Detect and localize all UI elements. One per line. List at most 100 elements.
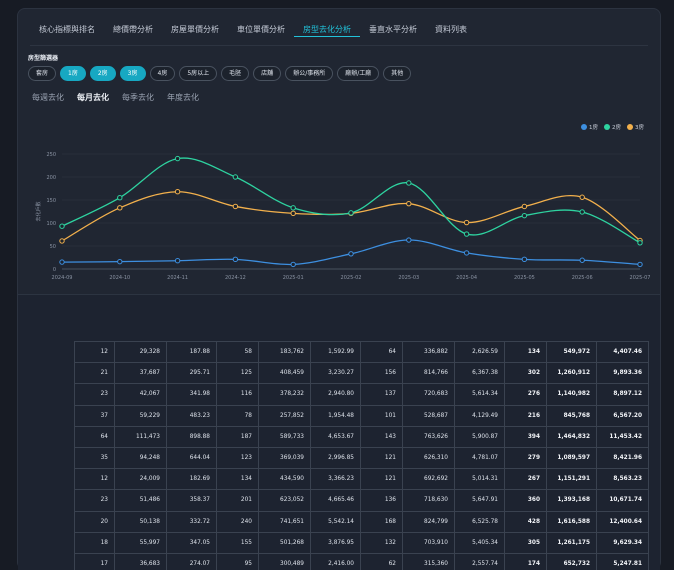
table-cell: 5,405.34: [454, 531, 505, 554]
table-row: 37 59,229 483.23 78 257,852 1,954.48 101 528,68…: [74, 404, 649, 427]
chip-other[interactable]: 其他: [383, 66, 412, 81]
legend-item-1-room[interactable]: 1房: [581, 123, 598, 131]
data-point-1-room: [463, 250, 470, 256]
table-cell: 156: [360, 362, 403, 385]
tab-vertical-horizontal[interactable]: 垂直水平分析: [360, 23, 426, 37]
tab-total-price-band[interactable]: 總價帶分析: [104, 23, 162, 37]
data-point-3-room: [290, 210, 296, 217]
table-cell: 12: [74, 340, 115, 364]
data-point-3-room: [521, 203, 528, 210]
table-cell: 42,067: [114, 383, 167, 406]
table-cell: 123: [216, 446, 259, 470]
legend-label-2-room: 2房: [612, 125, 621, 131]
table-cell: 703,910: [402, 531, 455, 554]
x-tick-label: 2024-09: [52, 275, 73, 281]
table-row: 64 111,473 898.88 187 589,733 4,653.67 143 763,…: [74, 425, 649, 448]
table-cell: 2,996.85: [310, 446, 361, 470]
table-cell: 4,407.46: [596, 340, 649, 364]
tab-data-list[interactable]: 資料列表: [426, 23, 476, 37]
table-cell: 64: [74, 425, 115, 448]
legend-item-2-room[interactable]: 2房: [604, 123, 621, 131]
table-cell: 132: [360, 531, 403, 554]
period-tabs: 每週去化 每月去化 每季去化 年度去化: [32, 92, 199, 103]
table-cell: 1,592.99: [310, 340, 361, 364]
table-cell: 58: [216, 340, 259, 364]
table-row: 35 94,248 644.04 123 369,039 2,996.85 121 626,3…: [74, 446, 649, 470]
table-cell: 589,733: [258, 425, 311, 448]
table-cell: 295.71: [166, 362, 217, 385]
chip-3-room[interactable]: 3房: [119, 66, 146, 81]
table-cell: 1,261,175: [546, 531, 597, 554]
chip-2-room[interactable]: 2房: [89, 66, 116, 81]
table-cell: 276: [504, 383, 547, 406]
table-cell: 12,400.64: [596, 510, 649, 533]
x-tick-label: 2024-10: [109, 275, 130, 281]
tab-room-type-absorption[interactable]: 房型去化分析: [294, 23, 360, 37]
table-cell: 1,151,291: [546, 468, 597, 491]
table-cell: 549,972: [546, 340, 597, 364]
table-cell: 9,629.34: [596, 531, 649, 554]
table-cell: 95: [216, 552, 259, 570]
table-cell: 8,563.23: [596, 468, 649, 491]
table-cell: 360: [504, 489, 547, 512]
table-cell: 824,799: [402, 510, 455, 533]
chip-studio[interactable]: 套房: [28, 66, 57, 81]
table-cell: 1,954.48: [310, 404, 361, 427]
table-cell: 125: [216, 362, 259, 385]
table-cell: 1,140,982: [546, 383, 597, 406]
data-point-1-room: [117, 258, 123, 265]
tab-parking-price[interactable]: 車位單價分析: [228, 23, 294, 37]
chip-factory[interactable]: 廠辦/工廠: [337, 66, 380, 81]
dashboard-panel: 核心指標與排名 總價帶分析 房屋單價分析 車位單價分析 房型去化分析 垂直水平分…: [17, 8, 661, 570]
chip-raw-unit[interactable]: 毛胚: [221, 66, 250, 81]
table-cell: 1,089,597: [546, 446, 597, 470]
tab-weekly[interactable]: 每週去化: [32, 92, 64, 103]
x-tick-label: 2025-03: [398, 275, 419, 281]
table-cell: 4,665.46: [310, 489, 361, 512]
data-table-section: 12 29,328 187.88 58 183,762 1,592.99 64 336,882…: [18, 294, 660, 570]
data-point-2-room: [232, 174, 239, 180]
table-row: 12 24,009 182.69 134 434,590 3,366.23 121 692,6…: [74, 468, 649, 491]
data-point-2-room: [521, 212, 528, 219]
table-cell: 37: [74, 404, 115, 427]
table-cell: 257,852: [258, 404, 311, 427]
data-point-1-room: [290, 261, 296, 268]
tab-unit-price[interactable]: 房屋單價分析: [162, 23, 228, 37]
table-cell: 240: [216, 510, 259, 533]
table-cell: 652,732: [546, 552, 597, 570]
legend-item-3-room[interactable]: 3房: [627, 123, 644, 131]
chip-5-plus-room[interactable]: 5房以上: [179, 66, 218, 81]
tab-quarterly[interactable]: 每季去化: [122, 92, 154, 103]
chip-shop[interactable]: 店舖: [253, 66, 282, 81]
tab-monthly[interactable]: 每月去化: [77, 92, 109, 103]
table-cell: 428: [504, 510, 547, 533]
table-cell: 347.05: [166, 531, 217, 554]
room-type-filter: 套房 1房 2房 3房 4房 5房以上 毛胚 店舖 辦公/事務所 廠辦/工廠 其…: [28, 66, 412, 81]
table-cell: 2,626.59: [454, 340, 505, 364]
chip-4-room[interactable]: 4房: [149, 66, 176, 81]
data-point-2-room: [637, 240, 643, 246]
table-cell: 64: [360, 340, 403, 364]
room-type-filter-title: 房型篩選器: [28, 55, 59, 62]
table-cell: 137: [360, 383, 403, 406]
table-cell: 35: [74, 446, 115, 470]
tab-yearly[interactable]: 年度去化: [167, 92, 199, 103]
chip-office[interactable]: 辦公/事務所: [285, 66, 334, 81]
data-point-2-room: [174, 155, 181, 162]
table-cell: 483.23: [166, 404, 217, 427]
data-point-3-room: [174, 189, 181, 195]
table-cell: 78: [216, 404, 259, 427]
data-point-1-room: [348, 251, 354, 257]
table-cell: 4,781.07: [454, 446, 505, 470]
table-cell: 2,557.74: [454, 552, 505, 570]
table-cell: 692,692: [402, 468, 455, 491]
table-cell: 168: [360, 510, 403, 533]
y-tick-label: 0: [53, 267, 56, 273]
x-tick-label: 2025-02: [341, 275, 362, 281]
table-cell: 9,893.36: [596, 362, 649, 385]
analysis-tabs: 核心指標與排名 總價帶分析 房屋單價分析 車位單價分析 房型去化分析 垂直水平分…: [30, 23, 476, 37]
x-tick-label: 2024-12: [225, 275, 246, 281]
tab-core-metrics[interactable]: 核心指標與排名: [30, 23, 104, 37]
data-point-2-room: [117, 195, 123, 201]
chip-1-room[interactable]: 1房: [60, 66, 86, 81]
